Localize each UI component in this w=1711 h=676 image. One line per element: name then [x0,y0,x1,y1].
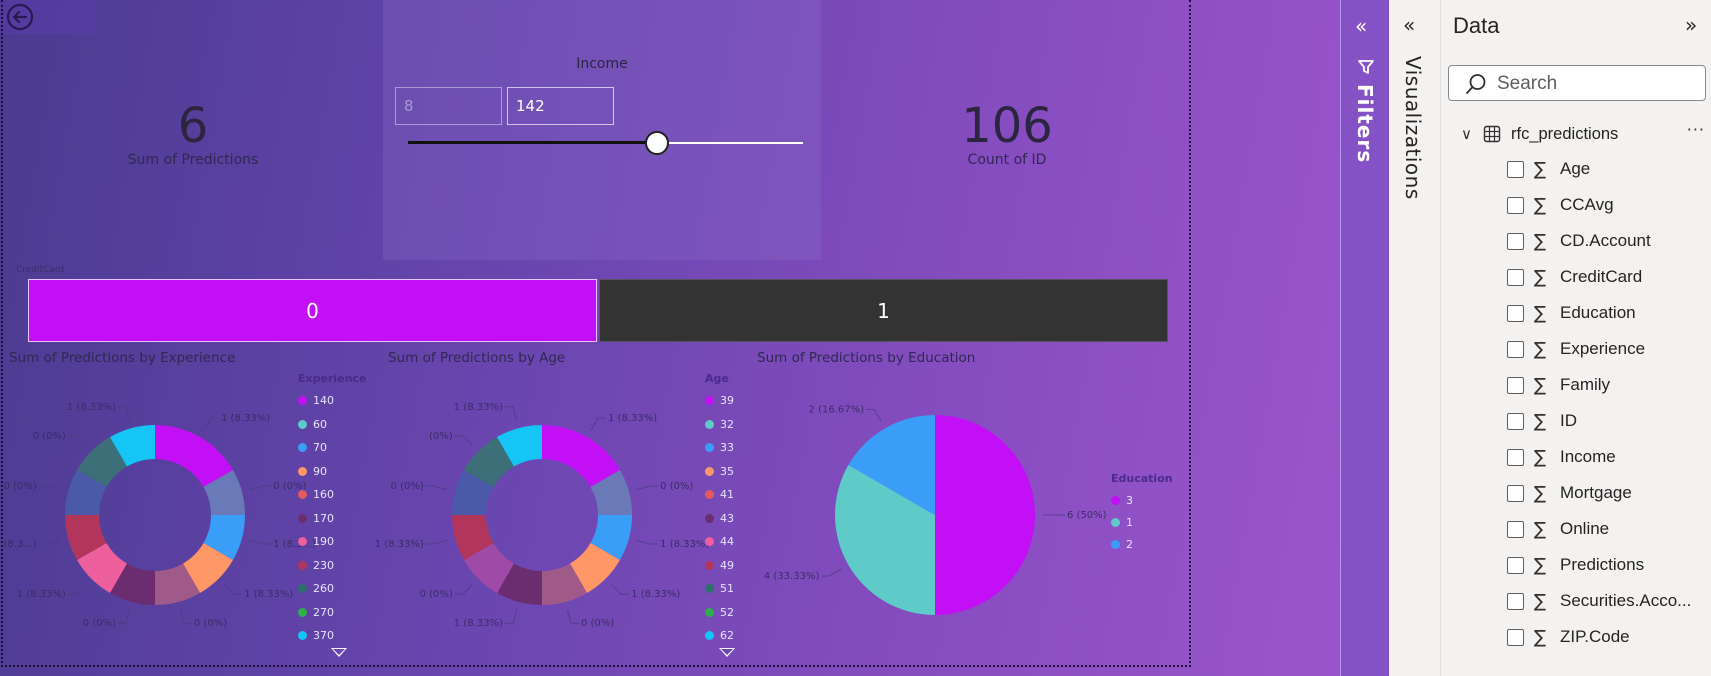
more-options-icon[interactable]: ··· [1687,120,1705,139]
sigma-icon: ∑ [1534,194,1547,216]
visualizations-pane[interactable]: « Visualizations [1389,0,1441,676]
field-checkbox[interactable] [1507,484,1524,502]
report-canvas: 6 Sum of Predictions Income 8 142 106 Co… [0,0,1340,676]
field-row[interactable]: ∑ CCAvg [1507,192,1614,218]
field-checkbox[interactable] [1507,448,1524,466]
page-selection-frame [1,0,1191,667]
field-checkbox[interactable] [1507,196,1524,214]
field-row[interactable]: ∑ Predictions [1507,552,1644,578]
chevron-down-icon[interactable]: ∨ [1461,125,1483,143]
field-name: CD.Account [1560,231,1651,250]
field-name: Online [1560,519,1610,538]
sigma-icon: ∑ [1534,374,1547,396]
sigma-icon: ∑ [1534,554,1547,576]
sigma-icon: ∑ [1534,446,1547,468]
collapse-filters-icon[interactable]: « [1355,14,1367,38]
field-row[interactable]: ∑ Securities.Acco... [1507,588,1691,614]
field-checkbox[interactable] [1507,268,1524,286]
visualizations-label[interactable]: Visualizations [1401,56,1425,200]
table-name: rfc_predictions [1511,124,1619,143]
data-pane: Data » ∨ rfc_predictions ··· ∑Age∑CCAvg∑… [1441,0,1711,676]
field-row[interactable]: ∑ Online [1507,516,1609,542]
field-row[interactable]: ∑ Income [1507,444,1616,470]
field-checkbox[interactable] [1507,376,1524,394]
field-name: CreditCard [1560,267,1643,286]
field-row[interactable]: ∑ Experience [1507,336,1645,362]
field-row[interactable]: ∑ Family [1507,372,1610,398]
sigma-icon: ∑ [1534,338,1547,360]
field-name: Experience [1560,339,1646,358]
field-checkbox[interactable] [1507,520,1524,538]
field-row[interactable]: ∑ CD.Account [1507,228,1651,254]
field-name: ZIP.Code [1560,627,1630,646]
field-name: Predictions [1560,555,1645,574]
filter-icon [1358,60,1374,74]
table-icon [1483,125,1501,143]
field-checkbox[interactable] [1507,592,1524,610]
data-pane-title: Data [1453,13,1500,38]
field-name: Family [1560,375,1611,394]
sigma-icon: ∑ [1534,266,1547,288]
table-rfc-predictions[interactable]: ∨ rfc_predictions ··· [1461,120,1709,146]
collapse-visualizations-icon[interactable]: « [1403,13,1415,37]
field-row[interactable]: ∑ Mortgage [1507,480,1632,506]
field-checkbox[interactable] [1507,412,1524,430]
sigma-icon: ∑ [1534,230,1547,252]
sigma-icon: ∑ [1534,410,1547,432]
filters-pane[interactable]: « Filters [1340,0,1389,676]
field-name: Mortgage [1560,483,1632,502]
expand-data-pane-icon[interactable]: » [1685,13,1697,37]
sigma-icon: ∑ [1534,626,1547,648]
sigma-icon: ∑ [1534,158,1547,180]
field-name: ID [1560,411,1577,430]
field-row[interactable]: ∑ CreditCard [1507,264,1642,290]
field-row[interactable]: ∑ Age [1507,156,1590,182]
search-box[interactable] [1448,65,1706,101]
field-checkbox[interactable] [1507,304,1524,322]
field-name: Age [1560,159,1591,178]
search-input[interactable] [1497,70,1697,98]
field-row[interactable]: ∑ ID [1507,408,1577,434]
field-row[interactable]: ∑ ZIP.Code [1507,624,1630,650]
search-icon [1466,74,1486,94]
field-name: Securities.Acco... [1560,591,1692,610]
field-name: Education [1560,303,1636,322]
filters-label[interactable]: Filters [1353,84,1377,163]
field-row[interactable]: ∑ Education [1507,300,1636,326]
field-checkbox[interactable] [1507,628,1524,646]
field-name: CCAvg [1560,195,1614,214]
sigma-icon: ∑ [1534,482,1547,504]
sigma-icon: ∑ [1534,518,1547,540]
sigma-icon: ∑ [1534,302,1547,324]
sigma-icon: ∑ [1534,590,1547,612]
field-checkbox[interactable] [1507,232,1524,250]
field-name: Income [1560,447,1616,466]
field-checkbox[interactable] [1507,340,1524,358]
field-checkbox[interactable] [1507,160,1524,178]
field-checkbox[interactable] [1507,556,1524,574]
